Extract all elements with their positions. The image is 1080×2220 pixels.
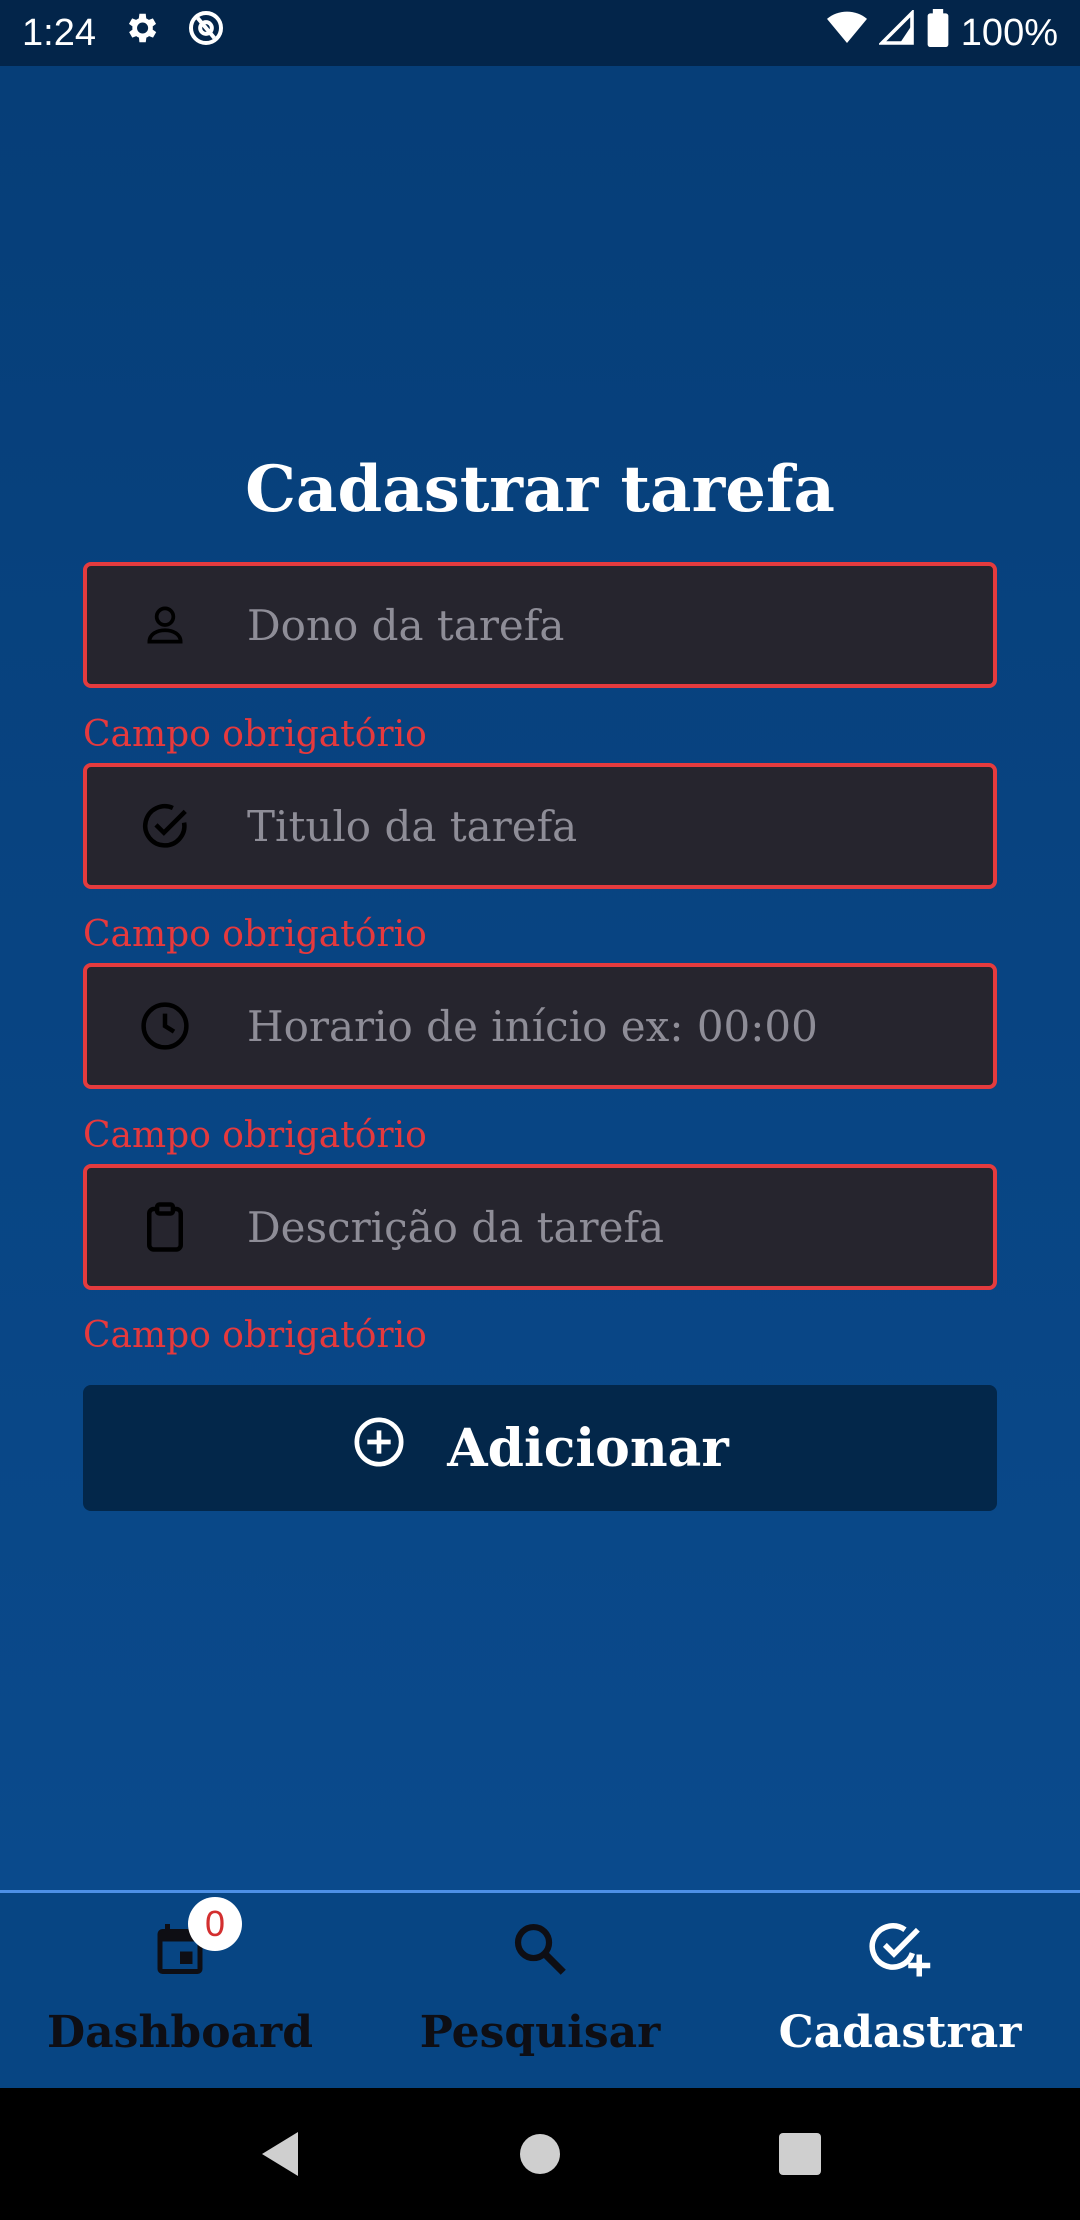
status-left: 1:24 [22,8,226,58]
nav-label-search: Pesquisar [419,2007,661,2058]
dashboard-badge: 0 [188,1897,242,1951]
description-error: Campo obrigatório [83,1315,427,1356]
status-bar: 1:24 100% [0,0,1080,66]
add-button[interactable]: Adicionar [83,1385,997,1511]
check-circle-icon [135,796,195,856]
title-field[interactable] [83,763,997,889]
wifi-icon [826,10,867,56]
system-navigation-bar [0,2088,1080,2220]
clock-icon [135,996,195,1056]
nav-item-search[interactable]: Pesquisar [360,1893,720,2088]
start-time-error: Campo obrigatório [83,1115,427,1156]
battery-percentage: 100% [960,11,1058,54]
title-input[interactable] [247,767,993,885]
start-time-input[interactable] [247,967,993,1085]
calendar-icon: 0 [144,1897,242,1985]
add-button-label: Adicionar [447,1417,729,1479]
title-error: Campo obrigatório [83,914,427,955]
description-input[interactable] [247,1168,993,1286]
at-sign-icon [186,8,226,58]
start-time-field[interactable] [83,963,997,1089]
clipboard-icon [135,1197,195,1257]
plus-circle-icon [351,1414,407,1483]
nav-label-register: Cadastrar [778,2007,1022,2058]
page-title: Cadastrar tarefa [245,452,835,527]
status-time: 1:24 [22,11,96,54]
owner-field[interactable] [83,562,997,688]
recents-icon[interactable] [770,2124,830,2184]
bottom-navigation: 0 Dashboard Pesquisar Cadastrar [0,1890,1080,2088]
nav-item-dashboard[interactable]: 0 Dashboard [0,1893,360,2088]
owner-input[interactable] [247,566,993,684]
description-field[interactable] [83,1164,997,1290]
status-right: 100% [826,8,1058,57]
owner-error: Campo obrigatório [83,714,427,755]
settings-icon [122,9,160,57]
nav-item-register[interactable]: Cadastrar [720,1893,1080,2088]
signal-icon [877,8,915,56]
battery-icon [927,9,949,57]
search-icon [504,1913,576,1985]
person-icon [135,595,195,655]
check-add-icon [864,1913,936,1985]
nav-label-dashboard: Dashboard [47,2007,313,2058]
home-icon[interactable] [510,2124,570,2184]
back-icon[interactable] [250,2124,310,2184]
